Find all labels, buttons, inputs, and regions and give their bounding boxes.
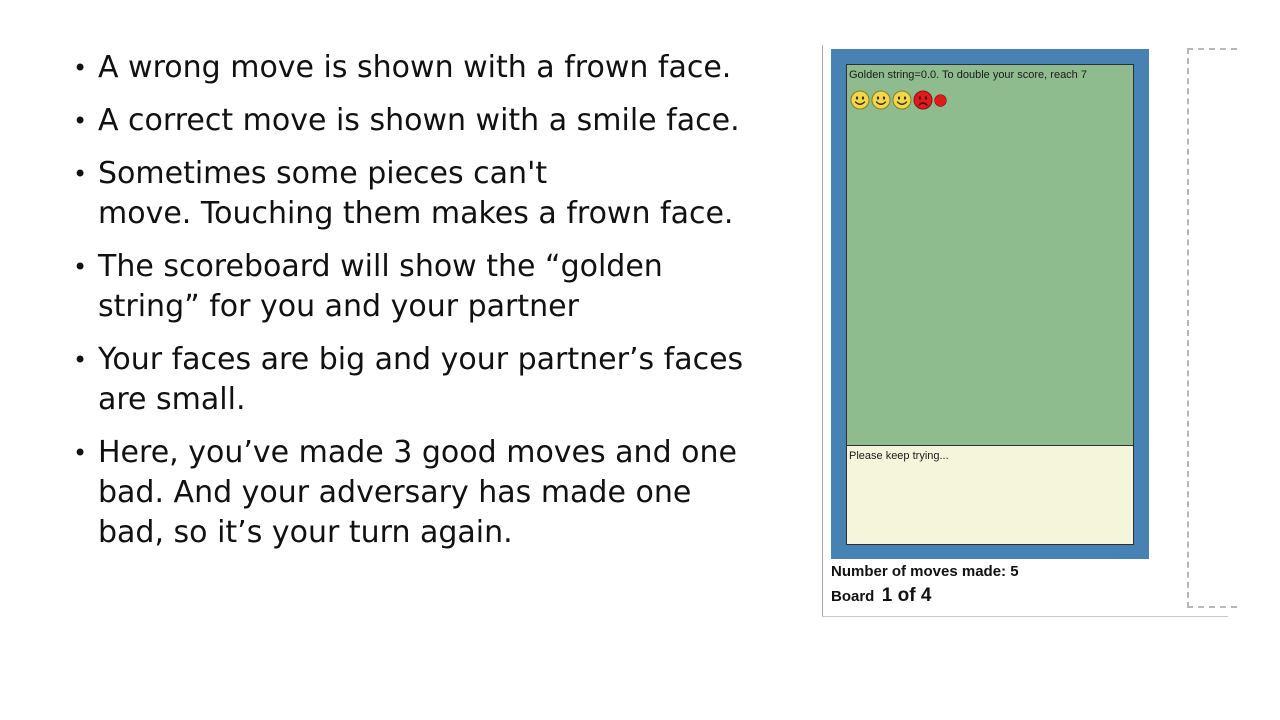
moves-count-label: Number of moves made: 5: [831, 563, 1019, 580]
board-number: 1 of 4: [881, 585, 932, 606]
board-label: Board: [831, 588, 875, 605]
bullet-list: • A wrong move is shown with a frown face…: [73, 48, 773, 566]
bullet-item: • Your faces are big and your partner’s f…: [73, 342, 744, 417]
bullet-item: • A correct move is shown with a smile fa…: [73, 101, 773, 141]
bullet-item: • A wrong move is shown with a frown face…: [73, 48, 773, 88]
board-indicator: Board 1 of 4: [831, 585, 931, 607]
dashed-placeholder-box: [1187, 48, 1237, 608]
smile-face-icon: [850, 90, 870, 110]
bullet-dot-icon: •: [73, 346, 88, 374]
frown-face-icon: [934, 93, 947, 107]
bullet-item: • Sometimes some pieces can't move. Touc…: [73, 156, 734, 231]
bullet-item: • Here, you’ve made 3 good moves and one …: [73, 435, 737, 550]
bullet-dot-icon: •: [73, 107, 88, 135]
bullet-item: • The scoreboard will show the “golden st…: [73, 249, 663, 324]
message-area: Please keep trying...: [846, 445, 1134, 545]
scoreboard-area[interactable]: Golden string=0.0. To double your score,…: [846, 64, 1134, 446]
smile-face-icon: [871, 90, 891, 110]
smile-face-icon: [892, 90, 912, 110]
face-indicators: [850, 88, 947, 112]
bullet-dot-icon: •: [73, 253, 88, 281]
frown-face-icon: [913, 90, 933, 110]
status-message: Please keep trying...: [849, 450, 949, 462]
bullet-dot-icon: •: [73, 54, 88, 82]
golden-string-score: Golden string=0.0. To double your score,…: [849, 69, 1087, 81]
bullet-dot-icon: •: [73, 160, 88, 188]
bullet-dot-icon: •: [73, 439, 88, 467]
